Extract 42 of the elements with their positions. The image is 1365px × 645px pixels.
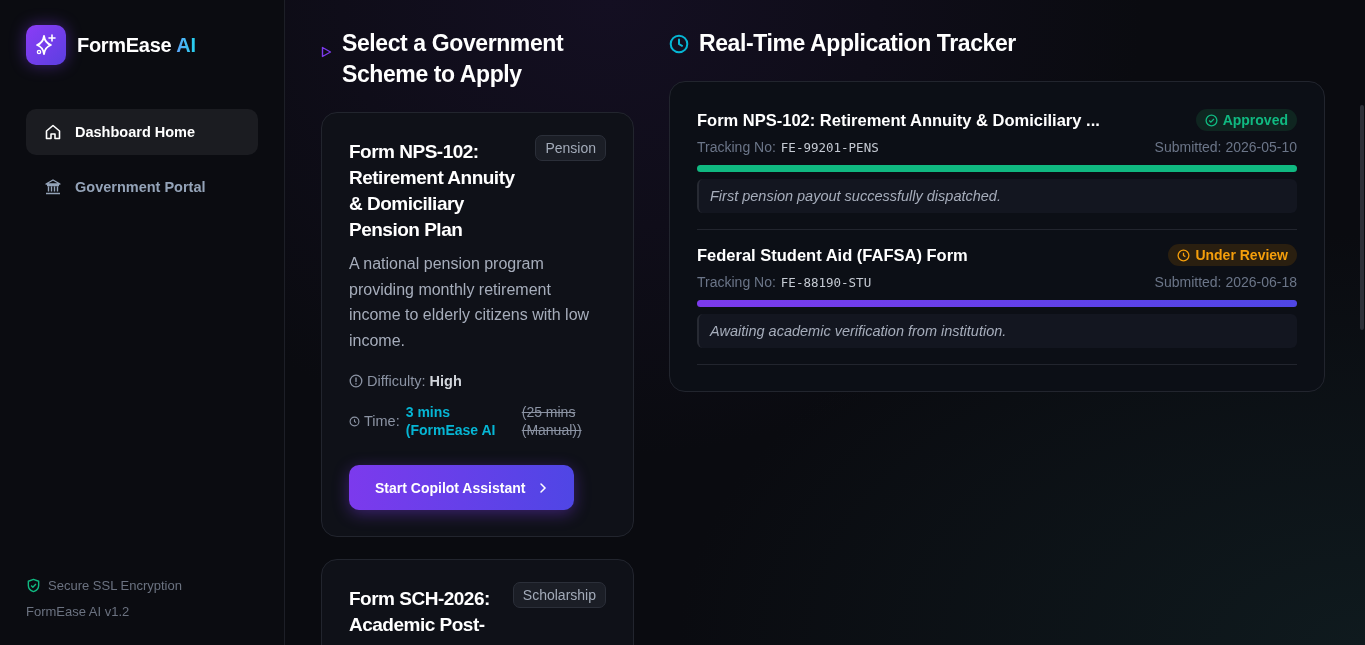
scheme-description: A national pension program providing monthly retirement income to elderly citizens with low income.: [349, 254, 591, 351]
time-label: Time:: [364, 413, 400, 429]
nav-item[interactable]: Government Portal: [26, 164, 258, 210]
difficulty-label: Difficulty:: [367, 373, 426, 389]
tracking-number: FE-99201-PENS: [780, 139, 879, 155]
submitted-date: Submitted: 2026-06-18: [1154, 274, 1297, 290]
alert-icon: [349, 374, 363, 388]
tracking-label: Tracking No:: [697, 139, 776, 155]
scheme-title: Form SCH-2026: Academic Post-: [349, 587, 491, 637]
start-copilot-button[interactable]: Start Copilot Assistant: [349, 465, 575, 510]
submitted-date: Submitted: 2026-05-10: [1154, 139, 1297, 155]
home-icon: [44, 123, 62, 141]
version-label: FormEase AI v1.2: [26, 604, 131, 619]
status-badge: Under Review: [1168, 244, 1297, 266]
scrollbar-thumb[interactable]: [1360, 105, 1364, 330]
section-title: Real-Time Application Tracker: [699, 29, 1016, 58]
sparkle-logo-icon: [26, 25, 66, 65]
category-badge: Scholarship: [512, 582, 606, 608]
nav-item[interactable]: Dashboard Home: [26, 109, 258, 155]
play-icon: [321, 46, 332, 58]
shield-check-icon: [26, 578, 41, 593]
ai-time: 3 mins (FormEase AI: [405, 403, 497, 439]
difficulty-value: High: [429, 373, 462, 389]
application-title: Federal Student Aid (FAFSA) Form: [697, 245, 968, 265]
status-note: First pension payout successfully dispatched.: [697, 179, 1297, 213]
clock-icon: [349, 415, 360, 427]
tracking-label: Tracking No:: [697, 274, 776, 290]
chevron-right-icon: [538, 481, 549, 494]
tracking-number: FE-88190-STU: [780, 274, 872, 290]
check-circle-icon: [1204, 113, 1218, 127]
scheme-title: Form NPS-102: Retirement Annuity & Domiciliary Pension Plan: [349, 140, 516, 242]
application-title: Form NPS-102: Retirement Annuity & Domiciliary ...: [697, 110, 1100, 130]
clock-icon: [669, 33, 689, 54]
status-badge: Approved: [1195, 109, 1297, 131]
clock-icon: [1177, 248, 1191, 262]
manual-time: (25 mins (Manual)): [521, 403, 583, 439]
brand-name: FormEase: [77, 33, 172, 57]
security-label: Secure SSL Encryption: [48, 578, 182, 593]
status-note: Awaiting academic verification from institution.: [697, 314, 1297, 348]
bank-icon: [44, 178, 62, 196]
section-title: Select a Government Scheme to Apply: [342, 29, 565, 89]
category-badge: Pension: [535, 135, 606, 161]
